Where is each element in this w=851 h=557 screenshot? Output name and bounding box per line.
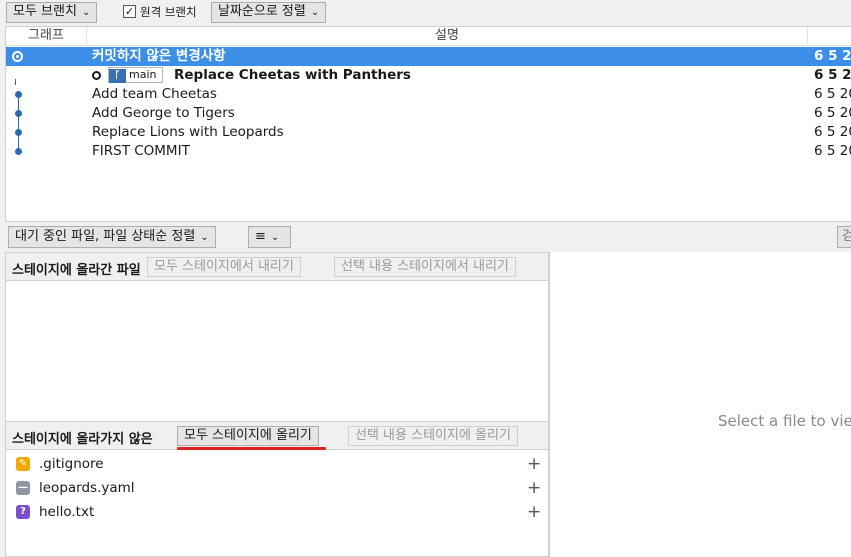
commit-row[interactable]: Replace Lions with Leopards 6 5 20 — [6, 123, 851, 142]
commit-node-icon — [15, 129, 22, 136]
commit-message: Add George to Tigers — [92, 105, 235, 121]
file-name: hello.txt — [39, 504, 95, 520]
sort-order-dropdown[interactable]: 날짜순으로 정렬 ⌄ — [211, 2, 327, 23]
commit-message: 커밋하지 않은 변경사항 — [92, 48, 226, 64]
commit-date: 6 5 20 — [814, 48, 851, 64]
plus-icon[interactable]: + — [527, 452, 541, 476]
commit-message: Replace Lions with Leopards — [92, 124, 284, 140]
plus-icon[interactable]: + — [527, 500, 541, 524]
annotation-underline — [177, 447, 326, 450]
file-filter-dropdown[interactable]: 대기 중인 파일, 파일 상태순 정렬 ⌄ — [8, 226, 216, 248]
staged-files-panel: 스테이지에 올라간 파일 모두 스테이지에서 내리기 선택 내용 스테이지에서 … — [5, 252, 549, 422]
minus-icon: — — [16, 481, 30, 495]
commit-message: FIRST COMMIT — [92, 143, 190, 159]
stage-all-button[interactable]: 모두 스테이지에 올리기 — [177, 426, 319, 446]
sort-order-label: 날짜순으로 정렬 — [218, 4, 306, 19]
diff-preview-panel: Select a file to vie — [549, 252, 851, 557]
staged-panel-header: 스테이지에 올라간 파일 모두 스테이지에서 내리기 선택 내용 스테이지에서 … — [6, 253, 548, 281]
chevron-down-icon: ⌄ — [270, 232, 280, 243]
plus-icon[interactable]: + — [527, 476, 541, 500]
file-row[interactable]: — leopards.yaml + — [6, 476, 548, 500]
search-button[interactable]: 검 — [837, 226, 851, 248]
commit-date: 6 5 20 — [814, 143, 851, 159]
commit-message: Replace Cheetas with Panthers — [174, 67, 411, 83]
chevron-down-icon: ⌄ — [200, 232, 209, 243]
commit-node-icon — [15, 91, 22, 98]
commit-node-icon — [15, 110, 22, 117]
uncommitted-node-icon — [12, 51, 23, 62]
file-row[interactable]: ✎ .gitignore + — [6, 452, 548, 476]
head-commit-node-icon — [92, 71, 101, 80]
commit-row[interactable]: Add team Cheetas 6 5 20 — [6, 85, 851, 104]
remote-branch-checkbox[interactable]: ✓ — [123, 5, 136, 18]
preview-placeholder: Select a file to vie — [718, 412, 851, 430]
question-icon: ? — [16, 505, 30, 519]
file-row[interactable]: ? hello.txt + — [6, 500, 548, 524]
file-name: .gitignore — [39, 456, 104, 472]
column-header-description[interactable]: 설명 — [87, 27, 807, 46]
commit-row[interactable]: FIRST COMMIT 6 5 20 — [6, 142, 851, 161]
commit-date: 6 5 20 — [814, 67, 851, 83]
commit-history-table: 그래프 설명 커밋하지 않은 변경사항 6 5 20 ᚴmain Replace… — [5, 26, 851, 222]
pencil-icon: ✎ — [16, 457, 30, 471]
stage-selected-button[interactable]: 선택 내용 스테이지에 올리기 — [348, 426, 518, 446]
branch-tag-main[interactable]: ᚴ main — [108, 67, 164, 83]
commit-row[interactable]: Add George to Tigers 6 5 20 — [6, 104, 851, 123]
unstaged-panel-title: 스테이지에 올라가지 않은 — [12, 432, 153, 447]
chevron-down-icon: ⌄ — [81, 7, 91, 18]
commit-node-icon — [15, 148, 22, 155]
commit-row[interactable]: ᚴ main Replace Cheetas with Panthers 6 5 … — [6, 66, 851, 85]
unstage-selected-button[interactable]: 선택 내용 스테이지에서 내리기 — [334, 257, 516, 277]
list-icon: ≡ — [255, 229, 266, 244]
file-status-toolbar: 대기 중인 파일, 파일 상태순 정렬 ⌄ ≡ ⌄ 검 — [0, 222, 851, 252]
file-name: leopards.yaml — [39, 480, 135, 496]
column-header-graph[interactable]: 그래프 — [6, 27, 86, 46]
file-filter-label: 대기 중인 파일, 파일 상태순 정렬 — [15, 229, 196, 244]
unstaged-files-panel: 스테이지에 올라가지 않은 모두 스테이지에 올리기 선택 내용 스테이지에 올… — [5, 421, 549, 557]
chevron-down-icon: ⌄ — [310, 7, 320, 18]
branch-filter-dropdown[interactable]: 모두 브랜치 ⌄ — [6, 2, 98, 23]
commit-date: 6 5 20 — [814, 86, 851, 102]
unstage-all-button[interactable]: 모두 스테이지에서 내리기 — [147, 257, 301, 277]
commit-date: 6 5 20 — [814, 124, 851, 140]
column-header-date[interactable] — [808, 27, 851, 46]
main-toolbar: 모두 브랜치 ⌄ ✓ 원격 브랜치 날짜순으로 정렬 ⌄ — [0, 0, 851, 26]
unstaged-panel-header: 스테이지에 올라가지 않은 모두 스테이지에 올리기 선택 내용 스테이지에 올… — [6, 422, 548, 450]
commit-date: 6 5 20 — [814, 105, 851, 121]
commit-message: Add team Cheetas — [92, 86, 217, 102]
commit-row-uncommitted[interactable]: 커밋하지 않은 변경사항 6 5 20 — [6, 47, 851, 66]
branch-icon: ᚴ — [109, 69, 126, 83]
branch-name: main — [129, 68, 157, 81]
staged-panel-title: 스테이지에 올라간 파일 — [12, 263, 141, 278]
remote-branch-label: 원격 브랜치 — [140, 5, 197, 19]
branch-filter-label: 모두 브랜치 — [13, 4, 77, 19]
view-mode-dropdown[interactable]: ≡ ⌄ — [248, 226, 291, 248]
